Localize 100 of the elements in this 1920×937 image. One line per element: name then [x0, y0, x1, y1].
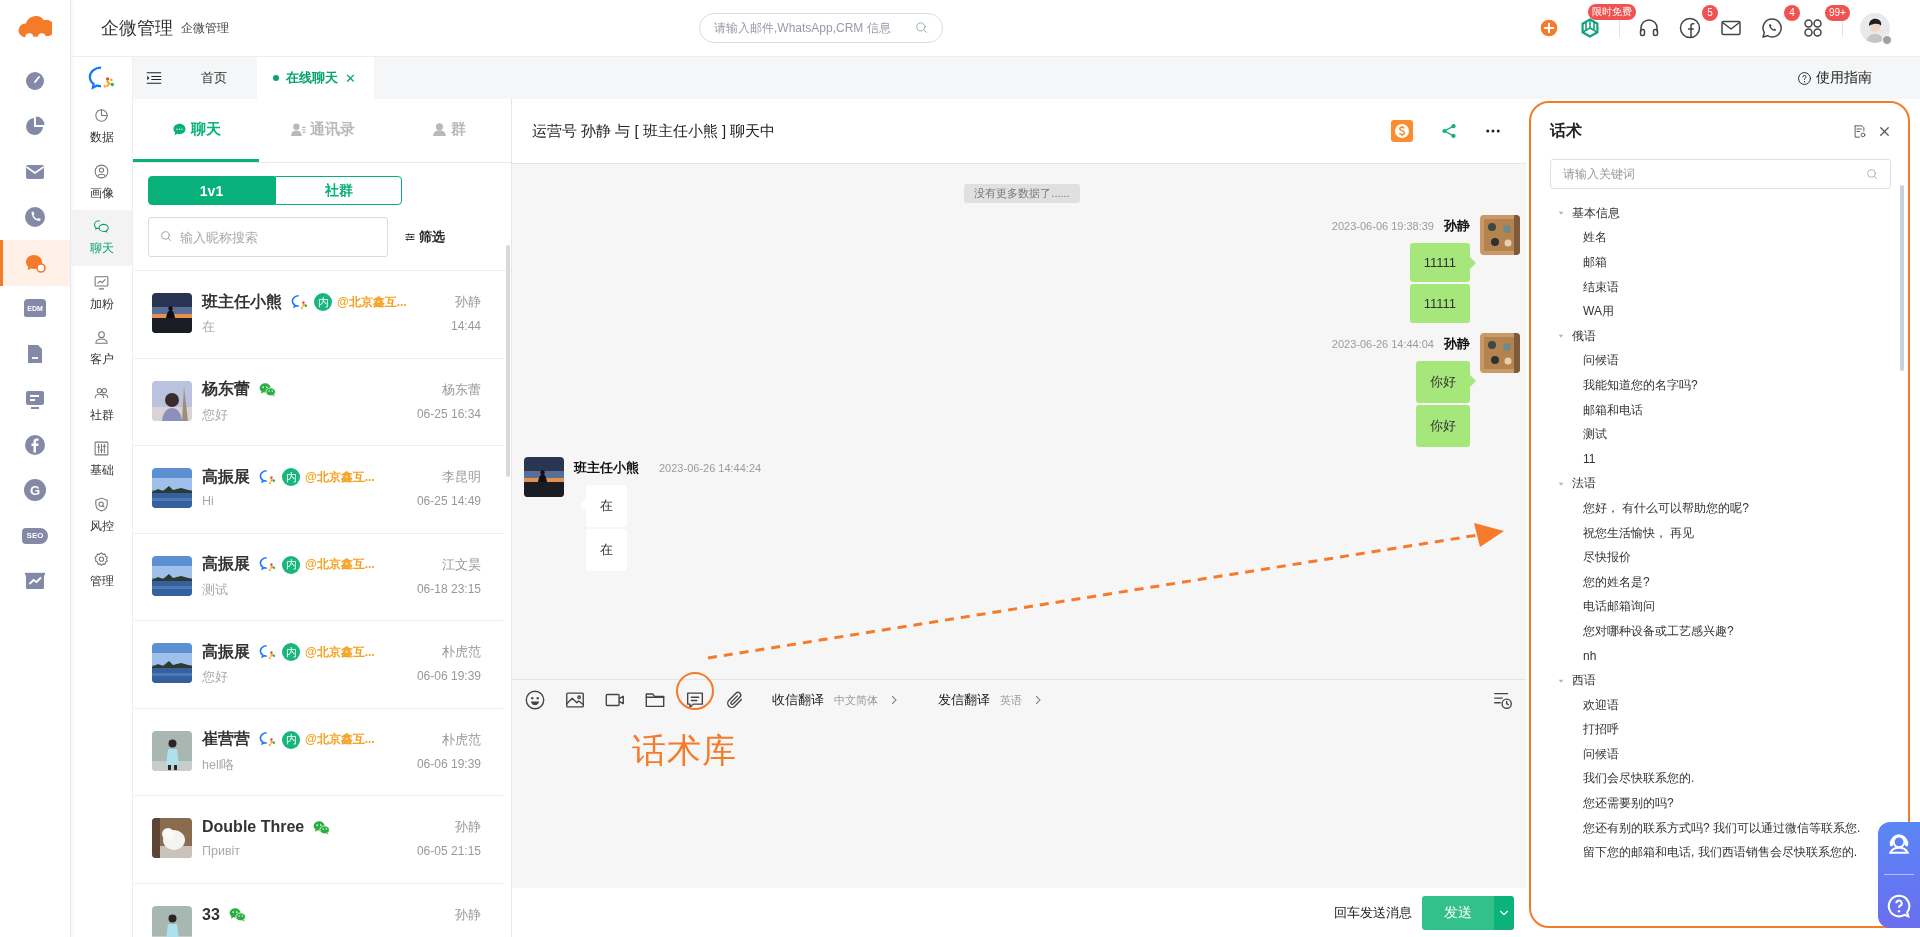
script-item[interactable]: 问候语	[1583, 745, 1619, 763]
help-icon	[1797, 70, 1812, 86]
send-options-button[interactable]	[1494, 895, 1514, 930]
conversation-item[interactable]: 班主任小熊 内 @北京鑫互... 在 孙静 14:44	[133, 271, 503, 359]
message-time: 06-25 14:49	[416, 494, 481, 508]
image-icon[interactable]	[564, 689, 586, 711]
contact-search-field[interactable]: 输入昵称搜索	[148, 217, 388, 257]
nav-item[interactable]: 管理	[71, 543, 132, 599]
script-item[interactable]: nh	[1583, 649, 1597, 663]
nav-item[interactable]: 风控	[71, 487, 132, 543]
message-preview: 您好	[202, 669, 229, 686]
global-search-field[interactable]: 请输入邮件,WhatsApp,CRM 信息	[699, 13, 943, 43]
incoming-translation-setting[interactable]: 收信翻译 中文简体	[772, 691, 900, 709]
tree-group[interactable]: 法语	[1550, 471, 1908, 497]
conversation-item[interactable]: 杨东蕾 您好 杨东蕾 06-25 16:34	[133, 358, 503, 446]
contact-name: 高振展	[202, 466, 250, 487]
conversation-item[interactable]: 崔营营 内 @北京鑫互... hell咯 朴虎范 06-06 19:39	[133, 708, 503, 796]
chat-bubble-icon	[258, 555, 277, 574]
tree-group[interactable]: 俄语	[1550, 323, 1908, 349]
conversation-item[interactable]: Double Three Привіт 孙静 06-05 21:15	[133, 796, 503, 884]
nav-item[interactable]: 基础	[71, 432, 132, 488]
nav-item[interactable]: 客户	[71, 321, 132, 377]
nav-item[interactable]: 社群	[71, 376, 132, 432]
wechat-icon	[227, 905, 247, 924]
script-item[interactable]: 问候语	[1583, 352, 1619, 370]
contact-name: 33	[202, 905, 220, 924]
facebook-icon[interactable]	[1678, 16, 1702, 40]
script-item[interactable]: 您还有别的联系方式吗? 我们可以通过微信等联系您.	[1583, 819, 1861, 837]
contact-name: 高振展	[202, 641, 250, 662]
script-item[interactable]: 留下您的邮箱和电话, 我们西语销售会尽快联系您的.	[1583, 844, 1857, 862]
chat-bubble-icon	[258, 730, 277, 749]
contact-card-icon	[289, 120, 307, 138]
whatsapp-icon[interactable]	[1760, 16, 1784, 40]
apps-icon[interactable]	[1801, 16, 1825, 40]
message-preview: Привіт	[202, 844, 242, 858]
script-item[interactable]: 邮箱和电话	[1583, 401, 1643, 419]
guide-link[interactable]: 使用指南	[1797, 69, 1872, 87]
emoji-icon[interactable]	[524, 689, 546, 711]
search-icon[interactable]	[1865, 167, 1879, 181]
contact-name: 杨东蕾	[202, 379, 250, 399]
outgoing-translation-setting[interactable]: 发信翻译 英语	[938, 691, 1044, 709]
company-name: @北京鑫互...	[305, 643, 375, 661]
message-time: 2023-06-26 14:44:04	[1331, 338, 1434, 350]
help-icon[interactable]	[1886, 893, 1912, 920]
contact-name: 班主任小熊	[202, 291, 282, 312]
script-item[interactable]: 祝您生活愉快， 再见	[1583, 524, 1695, 542]
script-item[interactable]: 11	[1583, 452, 1596, 467]
conversation-item[interactable]: 高振展 内 @北京鑫互... 测试 江文昊 06-18 23:15	[133, 533, 503, 621]
page-tab[interactable]: 首页	[185, 57, 243, 99]
script-item[interactable]: 我们会尽快联系您的.	[1583, 770, 1695, 788]
document-settings-icon[interactable]	[1852, 123, 1867, 139]
chat-nav-icon[interactable]	[0, 240, 70, 286]
owner-name: 孙静	[455, 818, 481, 836]
user-avatar[interactable]	[1860, 13, 1890, 43]
script-item[interactable]: 电话邮箱询问	[1583, 598, 1655, 616]
company-name: @北京鑫互...	[305, 556, 375, 573]
script-item[interactable]: 欢迎语	[1583, 696, 1619, 714]
script-item[interactable]: 结束语	[1583, 278, 1619, 296]
conversation-item[interactable]: 33 孙静	[133, 883, 503, 937]
count-badge: 限时免费	[1588, 4, 1636, 20]
nav-item[interactable]: 加粉	[71, 265, 132, 321]
internal-tag: 内	[314, 293, 332, 311]
keyword-search-field[interactable]: 请输入关键词	[1550, 159, 1891, 189]
filter-button[interactable]: 筛选	[404, 228, 445, 246]
message-preview: 您好	[202, 406, 229, 424]
nav-item[interactable]: 数据	[71, 99, 132, 155]
message-preview: 测试	[202, 581, 229, 599]
script-item[interactable]: 您的姓名是?	[1583, 573, 1650, 591]
owner-name: 李昆明	[442, 468, 481, 486]
tree-group[interactable]: 基本信息	[1550, 201, 1908, 226]
script-item[interactable]: 打招呼	[1583, 721, 1619, 739]
script-item[interactable]: 姓名	[1583, 229, 1607, 247]
script-item[interactable]: 邮箱	[1583, 254, 1607, 271]
nav-item[interactable]: 画像	[71, 154, 132, 210]
share-icon[interactable]	[1440, 122, 1458, 140]
search-icon[interactable]	[914, 20, 929, 35]
conversation-item[interactable]: 高振展 内 @北京鑫互... Hi 李昆明 06-25 14:49	[133, 446, 503, 534]
message-time: 06-06 19:39	[416, 669, 481, 683]
message-preview: 在	[202, 319, 216, 336]
status-dot	[1882, 35, 1892, 45]
search-icon	[159, 229, 173, 243]
message-input[interactable]	[512, 720, 1526, 888]
menu-icon[interactable]	[145, 69, 163, 87]
sender-name: 孙静	[1444, 335, 1470, 353]
chat-logo-icon	[87, 64, 116, 92]
script-item[interactable]: 您好， 有什么可以帮助您的呢?	[1583, 499, 1749, 517]
sliders-icon	[93, 440, 110, 458]
conversation-item[interactable]: 高振展 内 @北京鑫互... 您好 朴虎范 06-06 19:39	[133, 621, 503, 709]
script-item[interactable]: 测试	[1583, 426, 1607, 444]
script-item[interactable]: 尽快报价	[1583, 549, 1631, 567]
script-item[interactable]: 您还需要别的吗?	[1583, 795, 1674, 813]
script-item[interactable]: 您对哪种设备或工艺感兴趣?	[1583, 622, 1734, 640]
tree-group[interactable]: 西语	[1550, 668, 1908, 693]
script-item[interactable]: 我能知道您的名字吗?	[1583, 376, 1698, 394]
monitor-chart-icon	[93, 273, 110, 291]
dollar-icon[interactable]	[1390, 119, 1414, 143]
owner-name: 江文昊	[442, 555, 481, 574]
scrollbar[interactable]	[1900, 185, 1904, 371]
script-item[interactable]: WA用	[1583, 303, 1614, 321]
help-widget[interactable]	[1878, 822, 1920, 928]
